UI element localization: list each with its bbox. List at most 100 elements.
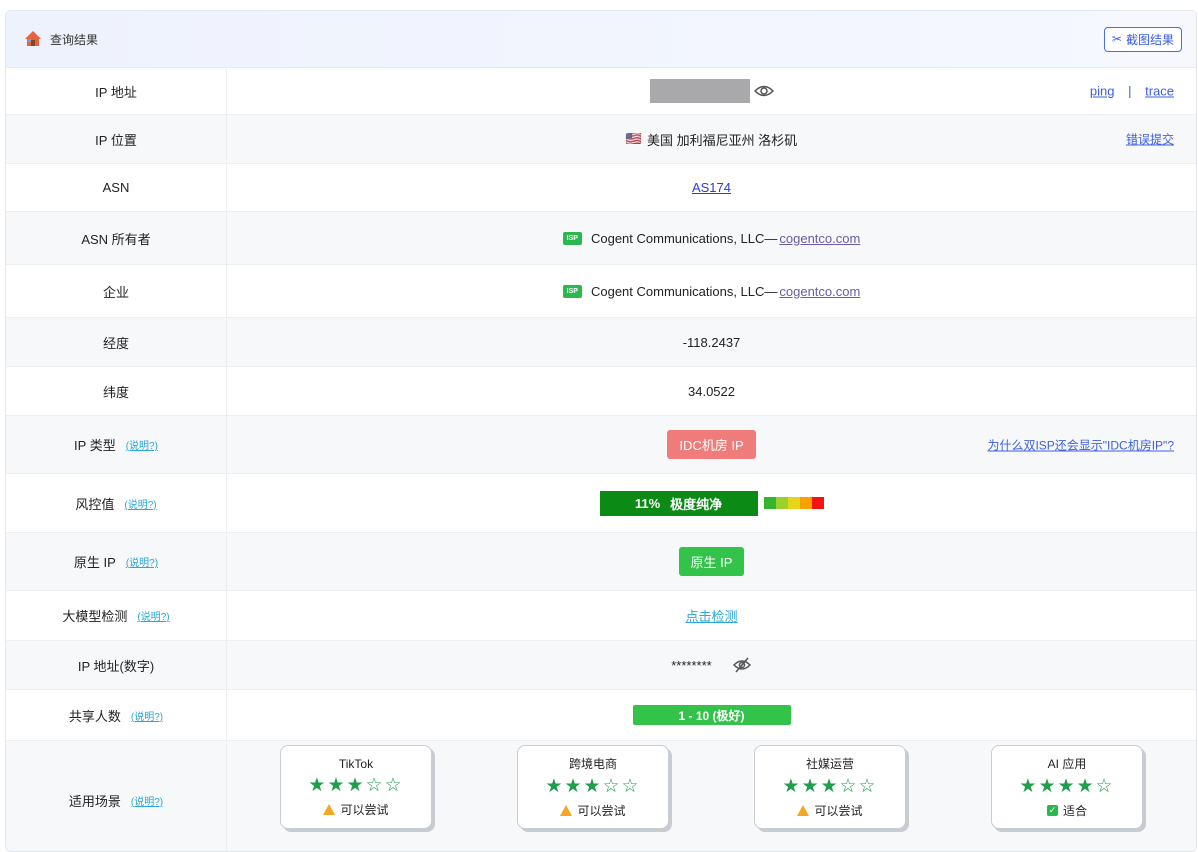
label-ip-type: IP 类型	[74, 438, 116, 453]
label-latitude: 纬度	[6, 367, 227, 415]
risk-scale-swatch	[787, 497, 800, 509]
tools-separator: |	[1128, 83, 1132, 99]
row-ip-type: IP 类型 (说明?) IDC机房 IP 为什么双ISP还会显示"IDC机房IP…	[6, 416, 1196, 474]
risk-scale	[763, 497, 824, 509]
llm-check-link[interactable]: 点击检测	[685, 606, 737, 625]
scene-name: 跨境电商	[568, 757, 617, 771]
value-risk: 11% 极度纯净	[227, 474, 1196, 532]
isp-badge: ISP	[562, 284, 582, 298]
risk-scale-swatch	[775, 497, 788, 509]
llm-help-link[interactable]: (说明?)	[137, 608, 169, 623]
company-domain-link[interactable]: cogentco.com	[779, 284, 860, 299]
risk-help-link[interactable]: (说明?)	[124, 496, 156, 511]
native-badge: 原生 IP	[678, 547, 745, 576]
value-company: ISP Cogent Communications, LLC— cogentco…	[227, 265, 1196, 317]
scene-cards: TikTok ★★★☆☆ 可以尝试 跨境电商 ★★★☆☆ 可以尝试 社媒运营 ★…	[280, 745, 1143, 829]
label-company: 企业	[6, 265, 227, 317]
label-asn: ASN	[6, 164, 227, 211]
asn-owner-domain-link[interactable]: cogentco.com	[779, 231, 860, 246]
scene-stars: ★★★☆☆	[545, 776, 641, 797]
scene-card-tiktok: TikTok ★★★☆☆ 可以尝试	[280, 745, 432, 829]
row-asn-owner: ASN 所有者 ISP Cogent Communications, LLC— …	[6, 212, 1196, 265]
result-header: 查询结果 ✂ 截图结果	[6, 11, 1196, 68]
label-ip-address: IP 地址	[6, 68, 227, 114]
label-native: 原生 IP	[73, 555, 116, 570]
row-ip-address: IP 地址 ping | trace	[6, 68, 1196, 115]
value-llm: 点击检测	[227, 591, 1196, 640]
label-native-cell: 原生 IP (说明?)	[6, 533, 227, 590]
scene-stars: ★★★☆☆	[308, 774, 404, 796]
row-ip-location: IP 位置 🇺🇸 美国 加利福尼亚州 洛杉矶 错误提交	[6, 115, 1196, 164]
screenshot-button[interactable]: ✂ 截图结果	[1103, 26, 1182, 52]
scene-stars: ★★★☆☆	[782, 776, 878, 797]
location-text: 美国 加利福尼亚州 洛杉矶	[646, 132, 798, 148]
asn-link[interactable]: AS174	[692, 180, 731, 195]
value-native: 原生 IP	[227, 533, 1196, 590]
scene-verdict-text: 可以尝试	[577, 804, 626, 818]
flag-icon: 🇺🇸	[625, 131, 642, 146]
value-ip-location: 🇺🇸 美国 加利福尼亚州 洛杉矶 错误提交	[227, 115, 1196, 163]
scene-card-ecommerce: 跨境电商 ★★★☆☆ 可以尝试	[517, 745, 669, 829]
scene-verdict-text: 可以尝试	[814, 804, 863, 818]
scenes-help-link[interactable]: (说明?)	[131, 793, 163, 808]
value-share: 1 - 10 (极好)	[227, 690, 1196, 740]
row-latitude: 纬度 34.0522	[6, 367, 1196, 416]
idc-question-link[interactable]: 为什么双ISP还会显示"IDC机房IP"?	[987, 436, 1174, 453]
value-scenes: TikTok ★★★☆☆ 可以尝试 跨境电商 ★★★☆☆ 可以尝试 社媒运营 ★…	[227, 741, 1196, 851]
scene-stars: ★★★★☆	[1019, 776, 1115, 797]
risk-scale-swatch	[799, 497, 812, 509]
ip-numeric-masked: ********	[671, 657, 712, 673]
risk-percent: 11%	[634, 495, 661, 511]
row-ip-numeric: IP 地址(数字) ********	[6, 641, 1196, 690]
row-llm: 大模型检测 (说明?) 点击检测	[6, 591, 1196, 641]
row-share: 共享人数 (说明?) 1 - 10 (极好)	[6, 690, 1196, 741]
value-asn: AS174	[227, 164, 1196, 211]
value-ip-numeric: ********	[227, 641, 1196, 689]
label-scenes-cell: 适用场景 (说明?)	[6, 741, 227, 851]
risk-scale-swatch	[763, 497, 776, 509]
value-ip-type: IDC机房 IP 为什么双ISP还会显示"IDC机房IP"?	[227, 416, 1196, 473]
risk-scale-swatch	[811, 497, 824, 509]
value-asn-owner: ISP Cogent Communications, LLC— cogentco…	[227, 212, 1196, 264]
risk-score-bar: 11% 极度纯净	[599, 490, 758, 516]
eye-icon[interactable]	[753, 84, 774, 98]
page-title: 查询结果	[50, 32, 99, 47]
label-share-cell: 共享人数 (说明?)	[6, 690, 227, 740]
scene-name: 社媒运营	[805, 757, 854, 771]
company-name: Cogent Communications, LLC—	[590, 283, 778, 299]
scissors-icon: ✂	[1111, 32, 1122, 46]
row-scenes: 适用场景 (说明?) TikTok ★★★☆☆ 可以尝试 跨境电商 ★★★☆☆	[6, 741, 1196, 851]
label-ip-type-cell: IP 类型 (说明?)	[6, 416, 227, 473]
warning-icon	[323, 803, 336, 815]
scene-verdict: 可以尝试	[323, 801, 389, 818]
label-llm: 大模型检测	[62, 609, 128, 624]
warning-icon	[560, 805, 573, 816]
row-risk: 风控值 (说明?) 11% 极度纯净	[6, 474, 1196, 533]
risk-text: 极度纯净	[670, 496, 723, 512]
trace-link[interactable]: trace	[1145, 84, 1174, 99]
label-share: 共享人数	[68, 708, 121, 724]
query-result-card: 查询结果 ✂ 截图结果 IP 地址 ping | trace IP 位置 🇺🇸 …	[5, 10, 1197, 852]
scene-name: TikTok	[338, 756, 374, 771]
ping-link[interactable]: ping	[1090, 84, 1115, 99]
label-longitude: 经度	[6, 318, 227, 366]
ip-masked-value	[649, 79, 750, 103]
scene-verdict-text: 适合	[1062, 804, 1087, 818]
scene-card-ai: AI 应用 ★★★★☆ ✓ 适合	[991, 745, 1143, 829]
ip-type-help-link[interactable]: (说明?)	[126, 437, 158, 452]
share-help-link[interactable]: (说明?)	[131, 708, 163, 723]
native-help-link[interactable]: (说明?)	[126, 554, 158, 569]
screenshot-button-label: 截图结果	[1125, 32, 1174, 47]
value-longitude: -118.2437	[682, 334, 741, 350]
check-icon: ✓	[1046, 805, 1058, 816]
value-latitude: 34.0522	[688, 383, 735, 399]
share-badge: 1 - 10 (极好)	[632, 705, 791, 725]
value-ip-address: ping | trace	[227, 68, 1196, 114]
ip-tools: ping | trace	[1090, 84, 1174, 99]
report-error-link[interactable]: 错误提交	[1126, 131, 1174, 148]
label-risk-cell: 风控值 (说明?)	[6, 474, 227, 532]
scene-card-social: 社媒运营 ★★★☆☆ 可以尝试	[754, 745, 906, 829]
eye-off-icon[interactable]	[732, 657, 752, 673]
home-icon	[25, 31, 41, 46]
scene-name: AI 应用	[1047, 757, 1087, 771]
